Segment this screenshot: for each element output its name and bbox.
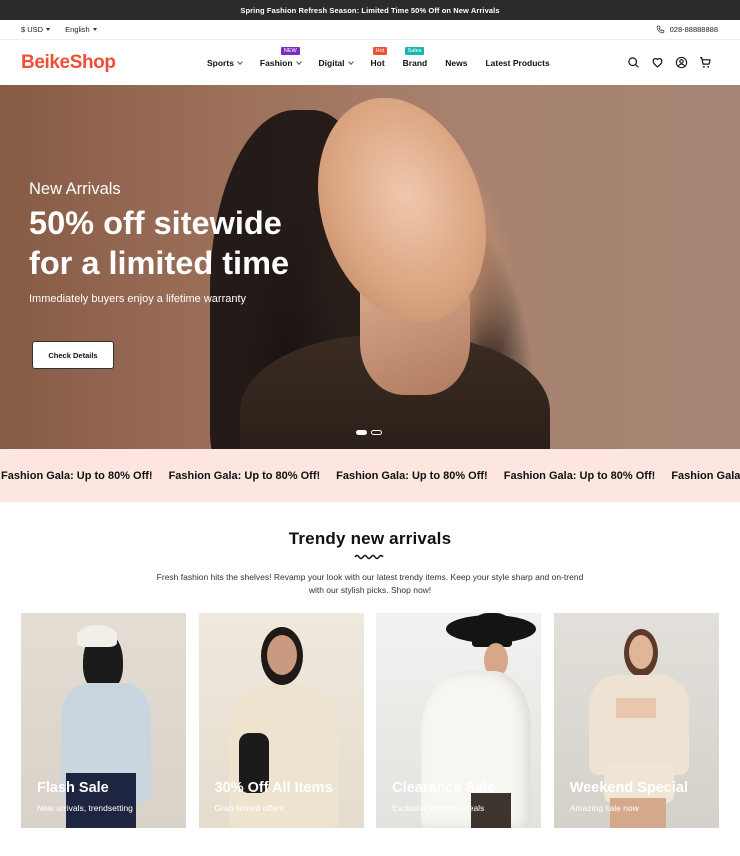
squiggle-divider-icon <box>354 554 384 560</box>
caret-down-icon <box>46 28 51 31</box>
card-subtitle: New arrivals, trendsetting <box>37 803 133 813</box>
ticker-item: Fashion Gala: Up to 80% Off! <box>168 469 321 482</box>
nav-item-latest-products[interactable]: Latest Products <box>485 58 549 68</box>
sales-badge: Sales <box>404 46 425 55</box>
logo[interactable]: BeikeShop <box>21 52 116 74</box>
ticker-item: Fashion Gala: Up to 80% Off! <box>671 469 740 482</box>
phone-contact[interactable]: 028-88888888 <box>656 25 718 34</box>
nav-item-fashion[interactable]: NEW Fashion <box>259 46 302 68</box>
card-subtitle: Grab limited offers <box>214 803 284 813</box>
ticker-item: Fashion Gala: Up to 80% Off! <box>503 469 656 482</box>
nav-label: Hot <box>370 57 385 68</box>
hero-subtitle: New Arrivals <box>29 180 121 198</box>
announcement-bar: Spring Fashion Refresh Season: Limited T… <box>0 0 740 20</box>
nav-label: Latest Products <box>485 57 550 68</box>
slider-pagination <box>356 430 382 435</box>
card-title: Flash Sale <box>37 780 109 796</box>
chevron-down-icon <box>295 58 302 65</box>
nav-item-digital[interactable]: Digital <box>318 57 354 68</box>
promo-card[interactable]: 30% Off All Items Grab limited offers <box>198 613 364 828</box>
card-subtitle: Exclusive member deals <box>392 803 485 813</box>
site-header: BeikeShop Sports NEW Fashion Digital Hot… <box>0 40 740 85</box>
section-title: Trendy new arrivals <box>288 529 452 548</box>
nav-item-brand[interactable]: Sales Brand <box>402 46 428 68</box>
card-title: 30% Off All Items <box>214 780 333 796</box>
search-icon[interactable] <box>627 56 640 69</box>
hero-description: Immediately buyers enjoy a lifetime warr… <box>29 293 247 305</box>
slide-dot-active[interactable] <box>356 430 367 435</box>
user-icon[interactable] <box>675 56 688 69</box>
hero-title-line: for a limited time <box>29 245 290 281</box>
card-title: Weekend Special <box>569 780 688 796</box>
language-label: English <box>65 25 90 34</box>
language-selector[interactable]: English <box>65 25 97 34</box>
nav-item-sports[interactable]: Sports <box>207 57 243 68</box>
hero-title-line: 50% off sitewide <box>29 205 282 241</box>
hero-title: 50% off sitewide for a limited time <box>29 203 289 283</box>
top-bar: $ USD English 028-88888888 <box>0 20 740 40</box>
ticker-item: Fashion Gala: Up to 80% Off! <box>1 469 153 482</box>
currency-selector[interactable]: $ USD <box>21 25 51 34</box>
nav-label: Brand <box>402 57 428 68</box>
promo-card[interactable]: Clearance Sale Exclusive member deals <box>376 613 542 828</box>
nav-label: Fashion <box>259 57 293 68</box>
announcement-text: Spring Fashion Refresh Season: Limited T… <box>240 5 500 15</box>
ticker-item: Fashion Gala: Up to 80% Off! <box>336 469 488 482</box>
phone-icon <box>656 25 664 34</box>
hero-banner[interactable]: New Arrivals 50% off sitewide for a limi… <box>0 85 740 449</box>
promo-card[interactable]: Flash Sale New arrivals, trendsetting <box>21 613 186 828</box>
nav-item-news[interactable]: News <box>445 58 467 68</box>
card-subtitle: Amazing sale now <box>569 803 639 813</box>
hot-badge: Hot <box>372 46 388 55</box>
main-nav: Sports NEW Fashion Digital Hot Hot Sales… <box>207 40 568 85</box>
heart-icon[interactable] <box>651 56 664 69</box>
nav-item-hot[interactable]: Hot Hot <box>370 46 388 68</box>
section-description: Fresh fashion hits the shelves! Revamp y… <box>156 572 584 595</box>
phone-number: 028-88888888 <box>669 25 718 34</box>
promo-cards: Flash Sale New arrivals, trendsetting 30… <box>21 613 719 828</box>
currency-label: $ USD <box>21 25 44 34</box>
nav-label: Sports <box>207 57 234 68</box>
slide-dot[interactable] <box>371 430 382 435</box>
promo-card[interactable]: Weekend Special Amazing sale now <box>553 613 719 828</box>
new-badge: NEW <box>280 46 300 55</box>
cart-icon[interactable] <box>699 56 712 69</box>
nav-label: Digital <box>318 57 345 68</box>
chevron-down-icon <box>347 58 354 65</box>
chevron-down-icon <box>237 58 243 65</box>
caret-down-icon <box>92 28 97 31</box>
check-details-button[interactable]: Check Details <box>32 341 114 369</box>
promo-ticker: Fashion Gala: Up to 80% Off! Fashion Gal… <box>0 449 740 502</box>
card-title: Clearance Sale <box>392 780 496 796</box>
nav-label: News <box>445 57 468 68</box>
